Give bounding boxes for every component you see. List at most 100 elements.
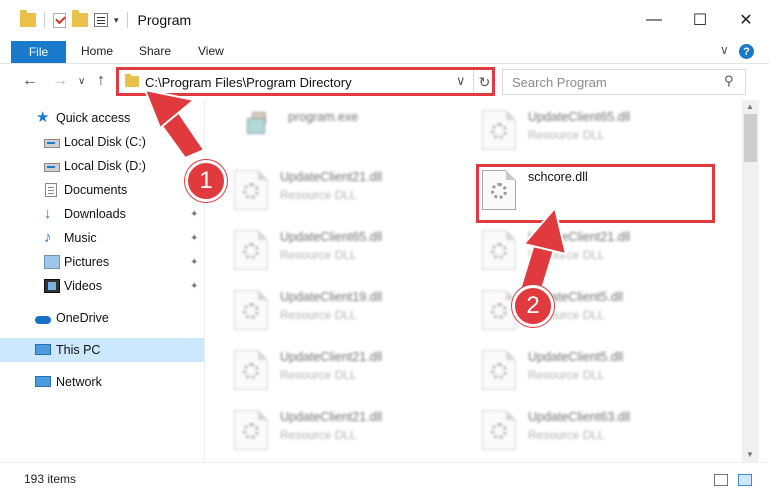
- back-button[interactable]: ←: [22, 72, 38, 90]
- step-2-badge: 2: [512, 285, 554, 327]
- address-dropdown-icon[interactable]: ∨: [456, 73, 466, 89]
- sidebar-item-local-disk-d[interactable]: Local Disk (D:): [0, 154, 204, 178]
- file-item[interactable]: UpdateClient21.dll Resource DLL: [480, 224, 720, 280]
- details-view-icon[interactable]: [714, 474, 728, 486]
- file-item[interactable]: UpdateClient21.dll Resource DLL: [232, 404, 472, 460]
- dll-file-icon: [234, 230, 268, 270]
- up-button[interactable]: ↑: [97, 72, 105, 90]
- file-type: Resource DLL: [280, 248, 357, 262]
- file-list: program.exe UpdateClient21.dll Resource …: [206, 100, 742, 462]
- folder-icon: [20, 10, 36, 27]
- tab-home[interactable]: Home: [81, 44, 113, 58]
- sidebar-item-downloads[interactable]: ↓ Downloads ✦: [0, 202, 204, 226]
- file-item[interactable]: UpdateClient63.dll Resource DLL: [480, 404, 720, 460]
- dll-file-icon: [482, 170, 516, 210]
- dll-file-icon: [234, 290, 268, 330]
- vertical-scrollbar[interactable]: ▲ ▼: [742, 100, 759, 462]
- application-icon: [244, 110, 270, 138]
- maximize-button[interactable]: ☐: [677, 0, 723, 40]
- dll-file-icon: [482, 290, 516, 330]
- sidebar-item-documents[interactable]: Documents ✦: [0, 178, 204, 202]
- file-item[interactable]: UpdateClient21.dll Resource DLL: [232, 344, 472, 400]
- minimize-button[interactable]: —: [631, 0, 677, 40]
- file-item[interactable]: UpdateClient65.dll Resource DLL: [480, 104, 720, 160]
- dll-file-icon: [234, 350, 268, 390]
- scroll-up-icon[interactable]: ▲: [746, 102, 754, 111]
- sidebar-item-label: Videos: [64, 279, 102, 293]
- pin-icon[interactable]: ✦: [190, 233, 198, 244]
- refresh-button[interactable]: ↻: [473, 70, 495, 94]
- network-icon: [35, 376, 51, 387]
- drive-icon: [44, 163, 60, 172]
- file-name: UpdateClient65.dll: [280, 230, 383, 244]
- file-name: UpdateClient21.dll: [528, 230, 631, 244]
- file-item[interactable]: program.exe: [240, 104, 480, 160]
- properties-icon[interactable]: [94, 13, 108, 27]
- file-item[interactable]: UpdateClient65.dll Resource DLL: [232, 224, 472, 280]
- sidebar-item-network[interactable]: Network: [0, 370, 204, 394]
- file-name: UpdateClient19.dll: [280, 290, 383, 304]
- pin-icon[interactable]: ✦: [190, 209, 198, 220]
- file-name: program.exe: [288, 110, 359, 124]
- sidebar-item-music[interactable]: ♪ Music ✦: [0, 226, 204, 250]
- file-type: Resource DLL: [280, 368, 357, 382]
- sidebar-item-this-pc[interactable]: This PC: [0, 338, 204, 362]
- scrollbar-thumb[interactable]: [744, 114, 757, 162]
- pin-icon[interactable]: ✦: [190, 281, 198, 292]
- address-path[interactable]: C:\Program Files\Program Directory: [145, 75, 352, 90]
- file-type: Resource DLL: [528, 248, 605, 262]
- ribbon-tabs: File Home Share View ∨ ?: [0, 40, 769, 64]
- status-bar: 193 items: [0, 462, 769, 504]
- sidebar-item-onedrive[interactable]: OneDrive: [0, 306, 204, 330]
- pin-icon[interactable]: ✦: [187, 136, 201, 150]
- star-icon: ★: [36, 109, 50, 126]
- sidebar-item-label: Local Disk (D:): [64, 159, 146, 173]
- sidebar-item-label: OneDrive: [56, 311, 109, 325]
- dll-file-icon: [482, 410, 516, 450]
- file-name: schcore.dll: [528, 170, 588, 184]
- address-bar[interactable]: C:\Program Files\Program Directory ∨ ↻: [116, 69, 495, 95]
- large-icons-view-icon[interactable]: [738, 474, 752, 486]
- navigation-pane: ★ Quick access Local Disk (C:) ✦ Local D…: [0, 100, 205, 462]
- new-folder-icon[interactable]: [72, 10, 88, 27]
- help-icon[interactable]: ?: [739, 44, 754, 59]
- file-name: UpdateClient65.dll: [528, 110, 631, 124]
- sidebar-item-pictures[interactable]: Pictures ✦: [0, 250, 204, 274]
- pin-icon[interactable]: ✦: [190, 257, 198, 268]
- file-type: Resource DLL: [528, 128, 605, 142]
- close-button[interactable]: ✕: [723, 0, 769, 40]
- download-icon: ↓: [44, 205, 52, 222]
- file-type: Resource DLL: [280, 428, 357, 442]
- dll-file-icon: [482, 350, 516, 390]
- scroll-down-icon[interactable]: ▼: [746, 450, 754, 459]
- window-title: Program: [137, 12, 192, 28]
- tab-view[interactable]: View: [198, 44, 224, 58]
- quick-access-toolbar: ▾: [0, 10, 130, 28]
- sidebar-item-label: Downloads: [64, 207, 126, 221]
- sidebar-item-label: Pictures: [64, 255, 110, 269]
- forward-button[interactable]: →: [52, 72, 68, 90]
- expand-ribbon-icon[interactable]: ∨: [720, 43, 729, 57]
- file-name: UpdateClient21.dll: [280, 350, 383, 364]
- recent-locations-button[interactable]: ∨: [78, 76, 85, 87]
- properties-check-icon[interactable]: [53, 12, 66, 28]
- tab-share[interactable]: Share: [139, 44, 171, 58]
- sidebar-item-label: This PC: [56, 343, 101, 357]
- sidebar-item-videos[interactable]: Videos ✦: [0, 274, 204, 298]
- file-name: UpdateClient5.dll: [528, 350, 624, 364]
- sidebar-item-quick-access[interactable]: ★ Quick access: [0, 106, 204, 130]
- step-1-badge: 1: [185, 160, 227, 202]
- videos-icon: [44, 279, 60, 293]
- file-item[interactable]: UpdateClient21.dll Resource DLL: [232, 164, 472, 220]
- dll-file-icon: [234, 170, 268, 210]
- item-count: 193 items: [24, 472, 77, 486]
- search-input[interactable]: [502, 69, 746, 95]
- sidebar-item-label: Network: [56, 375, 102, 389]
- tab-file[interactable]: File: [11, 41, 66, 63]
- customize-toolbar-icon[interactable]: ▾: [114, 15, 119, 26]
- sidebar-item-local-disk-c[interactable]: Local Disk (C:) ✦: [0, 130, 204, 154]
- computer-icon: [35, 344, 51, 355]
- file-item[interactable]: UpdateClient5.dll Resource DLL: [480, 344, 720, 400]
- file-item[interactable]: UpdateClient19.dll Resource DLL: [232, 284, 472, 340]
- file-item-schcore[interactable]: schcore.dll: [480, 164, 720, 220]
